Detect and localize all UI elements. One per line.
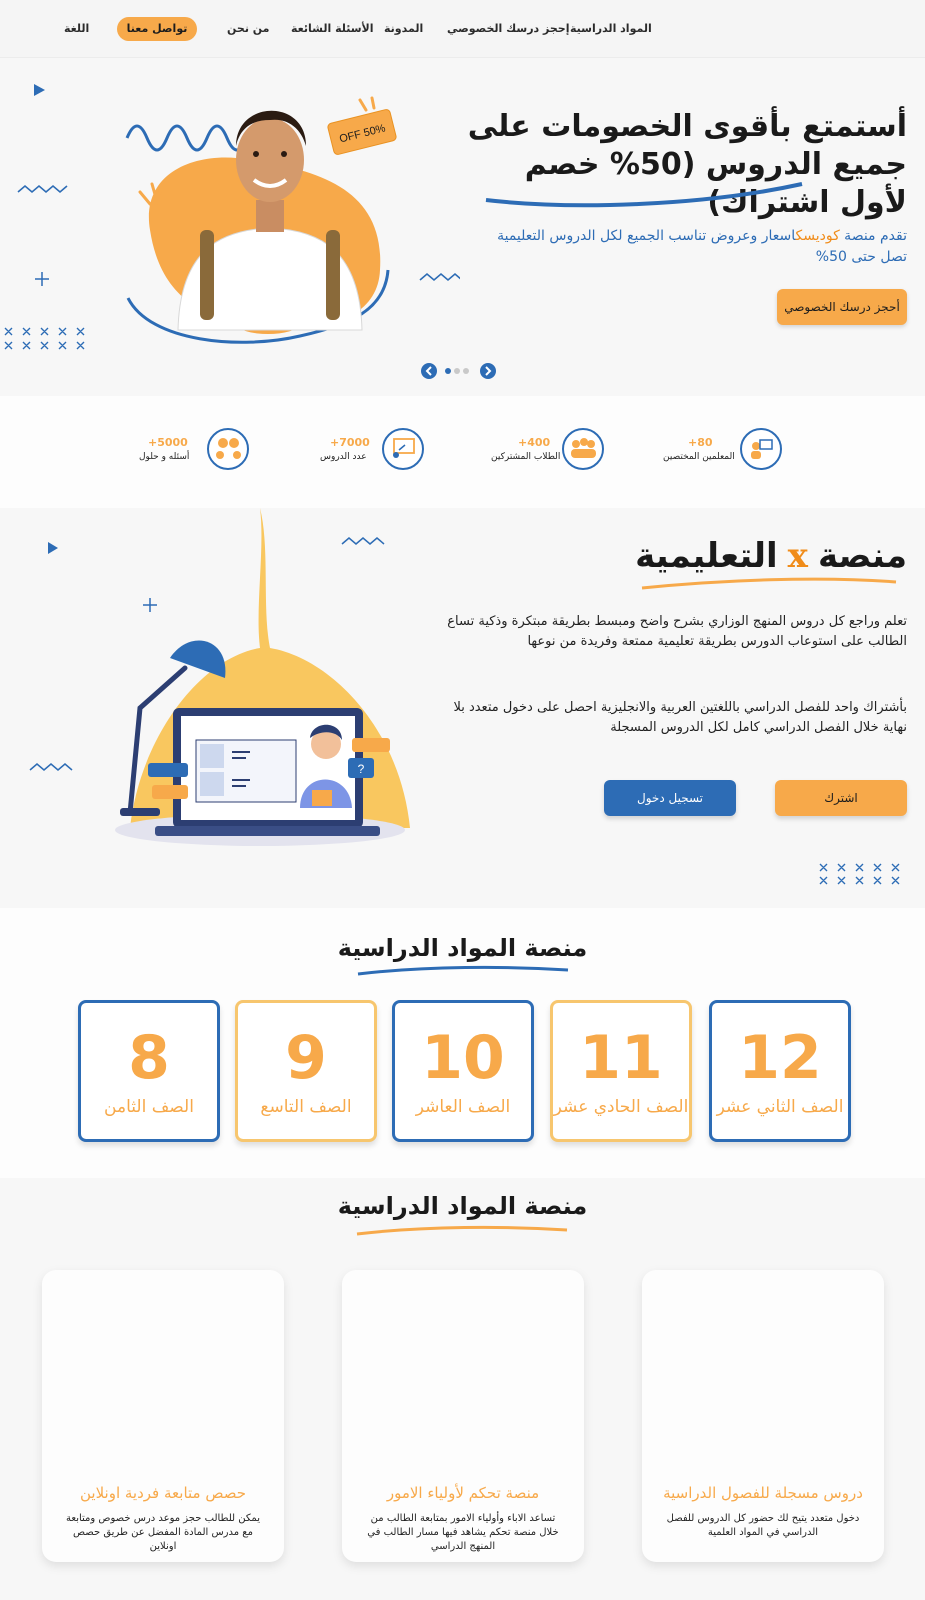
feature-card-recorded-lessons[interactable]: دروس مسجلة للفصول الدراسية دخول متعدد يت… xyxy=(642,1270,884,1562)
wave-decoration xyxy=(125,124,249,152)
grade-card-10[interactable]: 10 الصف العاشر xyxy=(392,1000,534,1142)
feature-description: دخول متعدد يتيح لك حضور كل الدروس للفصل … xyxy=(666,1513,860,1538)
hero-illustration: 50% OFF xyxy=(4,84,460,350)
grade-number: 9 xyxy=(285,1023,327,1093)
stat-label: أسئله و حلول xyxy=(139,452,190,462)
nav-link-blog[interactable]: المدونة xyxy=(384,22,423,35)
slider-prev-icon[interactable] xyxy=(421,363,437,379)
feature-title: دروس مسجلة للفصول الدراسية xyxy=(663,1484,863,1502)
grade-number: 12 xyxy=(738,1023,822,1093)
slider-dot-active[interactable] xyxy=(445,368,451,374)
grade-label: الصف العاشر xyxy=(415,1097,511,1117)
discount-tag: 50% OFF xyxy=(327,109,397,155)
x-pattern-decoration xyxy=(819,863,900,885)
brand-x-logo: x xyxy=(787,536,808,576)
stat-students: 400+ الطلاب المشتركين xyxy=(470,428,615,472)
about-paragraph-1: تعلم وراجع كل دروس المنهج الوزاري بشرح و… xyxy=(447,614,907,649)
teacher-icon xyxy=(740,428,782,470)
stat-questions: 5000+ أسئله و حلول xyxy=(115,428,260,472)
play-triangle-icon xyxy=(48,542,58,554)
about-title: منصةxالتعليمية xyxy=(635,536,907,576)
grade-card-11[interactable]: 11 الصف الحادي عشر xyxy=(550,1000,692,1142)
feature-title: حصص متابعة فردية اونلاين xyxy=(79,1484,247,1502)
language-selector[interactable]: اللغة xyxy=(64,22,89,35)
contact-button[interactable]: تواصل معنا xyxy=(117,17,197,41)
feature-description: تساعد الاباء وأولياء الامور بمتابعة الطا… xyxy=(367,1513,559,1552)
hero-subtitle: تقدم منصة كوديسكاسعار وعروض تناسب الجميع… xyxy=(467,226,907,268)
lesson-board-icon xyxy=(382,428,424,470)
about-paragraph-2: بأشتراك واحد للفصل الدراسي باللغتين العر… xyxy=(453,700,907,735)
stat-number: 80+ xyxy=(688,436,713,449)
grade-label: الصف الحادي عشر xyxy=(553,1097,689,1117)
about-title-text: التعليمية xyxy=(635,536,778,576)
nav-link-subjects[interactable]: المواد الدراسية xyxy=(570,22,652,35)
svg-text:?: ? xyxy=(358,762,365,776)
zigzag-decoration xyxy=(17,184,68,194)
slider-dot[interactable] xyxy=(454,368,460,374)
zigzag-decoration xyxy=(341,537,385,545)
plus-decoration xyxy=(143,598,157,612)
grade-label: الصف التاسع xyxy=(260,1097,352,1117)
hero-subtitle-text: تقدم منصة xyxy=(839,228,907,244)
feature-description: يمكن للطالب حجز موعد درس خصوص ومتابعة مع… xyxy=(66,1513,260,1552)
stat-label: المعلمين المختصين xyxy=(663,452,735,462)
about-illustration: ? xyxy=(29,508,410,846)
zigzag-decoration xyxy=(419,272,460,282)
feature-card-online-sessions[interactable]: حصص متابعة فردية اونلاين يمكن للطالب حجز… xyxy=(42,1270,284,1562)
grade-label: الصف الثامن xyxy=(104,1097,194,1117)
stat-teachers: 80+ المعلمين المختصين xyxy=(640,428,785,472)
features-section-title: منصة المواد الدراسية xyxy=(337,1192,588,1220)
top-navbar: المواد الدراسية إحجز درسك الخصوصي المدون… xyxy=(0,0,925,58)
grade-number: 8 xyxy=(128,1023,170,1093)
students-icon xyxy=(562,428,604,470)
stat-label: الطلاب المشتركين xyxy=(491,452,561,462)
title-underline xyxy=(357,965,569,976)
about-title-text: منصة xyxy=(817,536,907,576)
play-triangle-icon xyxy=(34,84,45,96)
nav-link-about[interactable]: من نحن xyxy=(227,22,270,35)
feature-title: منصة تحكم لأولياء الامور xyxy=(386,1484,540,1502)
title-underline xyxy=(641,577,897,590)
grade-label: الصف الثاني عشر xyxy=(716,1097,844,1117)
title-underline xyxy=(356,1225,568,1236)
plus-decoration xyxy=(35,272,49,286)
grade-number: 10 xyxy=(421,1023,505,1093)
login-button[interactable]: تسجيل دخول xyxy=(604,780,736,816)
brand-name: كوديسك xyxy=(795,228,840,244)
subscribe-button[interactable]: اشترك xyxy=(775,780,907,816)
feature-card-parent-dashboard[interactable]: منصة تحكم لأولياء الامور تساعد الاباء وأ… xyxy=(342,1270,584,1562)
title-underline xyxy=(485,182,803,208)
slider-next-icon[interactable] xyxy=(480,363,496,379)
stat-number: 5000+ xyxy=(148,436,188,449)
grade-number: 11 xyxy=(579,1023,663,1093)
nav-link-faq[interactable]: الأسئلة الشائعة xyxy=(291,22,374,35)
stat-number: 400+ xyxy=(518,436,551,449)
grade-card-12[interactable]: 12 الصف الثاني عشر xyxy=(709,1000,851,1142)
stat-number: 7000+ xyxy=(330,436,370,449)
grade-card-8[interactable]: 8 الصف الثامن xyxy=(78,1000,220,1142)
x-pattern-decoration xyxy=(4,327,85,350)
grades-section-title: منصة المواد الدراسية xyxy=(337,934,588,962)
grade-card-9[interactable]: 9 الصف التاسع xyxy=(235,1000,377,1142)
nav-link-book-lesson[interactable]: إحجز درسك الخصوصي xyxy=(447,22,570,35)
qa-icon xyxy=(207,428,249,470)
stat-label: عدد الدروس xyxy=(320,452,367,462)
slider-dot[interactable] xyxy=(463,368,469,374)
stat-lessons: 7000+ عدد الدروس xyxy=(290,428,435,472)
slider-controls xyxy=(421,363,496,379)
zigzag-decoration xyxy=(29,763,73,771)
book-lesson-button[interactable]: أحجز درسك الخصوصي xyxy=(777,289,907,325)
